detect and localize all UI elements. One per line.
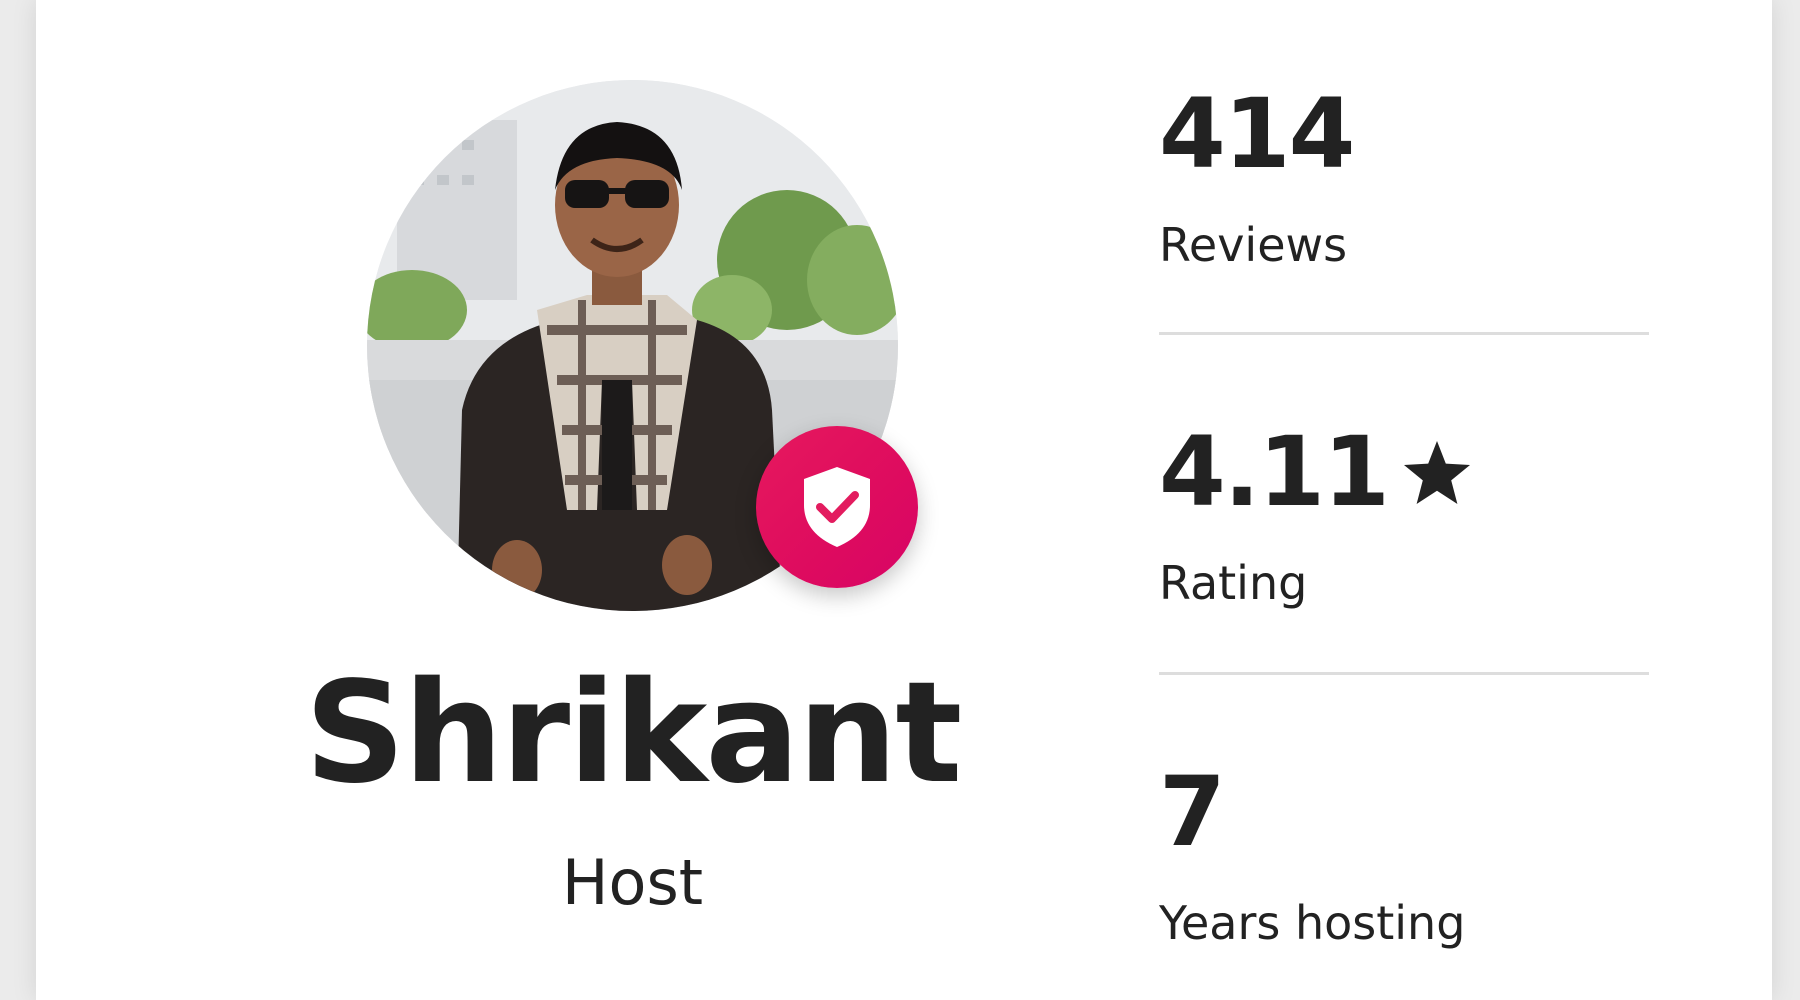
host-stats: 414 Reviews 4.11 Rating 7 Years hosting	[1159, 0, 1649, 1000]
avatar-container	[367, 80, 918, 611]
stat-value-row: 4.11	[1159, 424, 1649, 520]
stat-label: Years hosting	[1159, 896, 1466, 950]
stat-label: Rating	[1159, 556, 1308, 610]
star-icon	[1402, 424, 1472, 520]
host-name: Shrikant	[304, 652, 963, 815]
stat-value: 4.11	[1159, 416, 1390, 528]
divider	[1159, 672, 1649, 675]
stat-reviews[interactable]: 414 Reviews	[1159, 86, 1649, 268]
stat-value: 7	[1159, 756, 1226, 868]
stat-years-hosting[interactable]: 7 Years hosting	[1159, 764, 1649, 946]
host-profile-card: Shrikant Host 414 Reviews 4.11 Rating 7 …	[36, 0, 1772, 1000]
stat-label: Reviews	[1159, 218, 1348, 272]
shield-check-icon	[804, 467, 870, 547]
stat-value: 414	[1159, 78, 1355, 190]
divider	[1159, 332, 1649, 335]
stat-rating[interactable]: 4.11 Rating	[1159, 424, 1649, 606]
verified-badge[interactable]	[756, 426, 918, 588]
host-role: Host	[561, 846, 704, 919]
